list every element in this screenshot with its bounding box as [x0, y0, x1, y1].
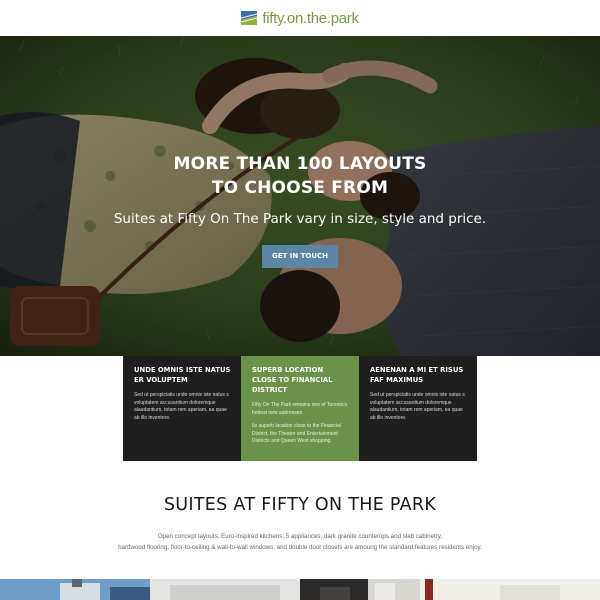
site-header: fifty.on.the.park — [0, 0, 600, 36]
suites-description: Open concept layouts, Euro-inspired kitc… — [0, 532, 600, 553]
gallery-thumbnails — [0, 579, 600, 600]
hero-title: MORE THAN 100 LAYOUTS TO CHOOSE FROM — [0, 152, 600, 200]
gallery-photo[interactable] — [0, 579, 150, 600]
feature-text: Its superb location close to the Financi… — [252, 423, 341, 445]
feature-box-highlight: SUPERB LOCATION CLOSE TO FINANCIAL DISTR… — [241, 356, 359, 461]
logo-text: fifty.on.the.park — [262, 9, 359, 27]
hero-content: MORE THAN 100 LAYOUTS TO CHOOSE FROM Sui… — [0, 152, 600, 268]
feature-title: UNDE OMNIS ISTE NATUS ER VOLUPTEM — [134, 366, 231, 384]
hero-title-line-1: MORE THAN 100 LAYOUTS — [173, 154, 427, 174]
hero-title-line-2: TO CHOOSE FROM — [211, 178, 389, 198]
flag-logo-icon — [241, 11, 258, 25]
suites-text-line-1: Open concept layouts, Euro-inspired kitc… — [157, 533, 443, 540]
feature-title: AENENAN A MI ET RISUS FAF MAXIMUS — [370, 366, 464, 384]
site-logo[interactable]: fifty.on.the.park — [241, 8, 359, 28]
feature-text: Sed ut perspiciatis unde omnis iste natu… — [134, 392, 229, 421]
gallery-photo[interactable] — [300, 579, 368, 600]
suites-text-line-2: hardwood flooring, floor-to-ceiling & wa… — [118, 543, 482, 551]
feature-box: AENENAN A MI ET RISUS FAF MAXIMUS Sed ut… — [359, 356, 477, 461]
hero-banner: MORE THAN 100 LAYOUTS TO CHOOSE FROM Sui… — [0, 36, 600, 356]
gallery-photo[interactable] — [420, 579, 600, 600]
gallery-photo[interactable] — [368, 579, 420, 600]
suites-section: SUITES AT FIFTY ON THE PARK Open concept… — [0, 461, 600, 579]
feature-boxes: UNDE OMNIS ISTE NATUS ER VOLUPTEM Sed ut… — [123, 356, 477, 461]
photo-gallery-strip — [0, 579, 600, 600]
get-in-touch-button[interactable]: GET IN TOUCH — [262, 245, 338, 268]
feature-text: Fifty On The Park remains one of Toronto… — [252, 402, 347, 416]
feature-title: SUPERB LOCATION CLOSE TO FINANCIAL DISTR… — [252, 366, 333, 394]
hero-subtitle: Suites at Fifty On The Park vary in size… — [113, 211, 487, 227]
suites-title: SUITES AT FIFTY ON THE PARK — [163, 495, 437, 515]
feature-box: UNDE OMNIS ISTE NATUS ER VOLUPTEM Sed ut… — [123, 356, 241, 461]
gallery-photo[interactable] — [150, 579, 300, 600]
feature-text: Sed ut perspiciatis unde omnis iste natu… — [370, 392, 465, 421]
